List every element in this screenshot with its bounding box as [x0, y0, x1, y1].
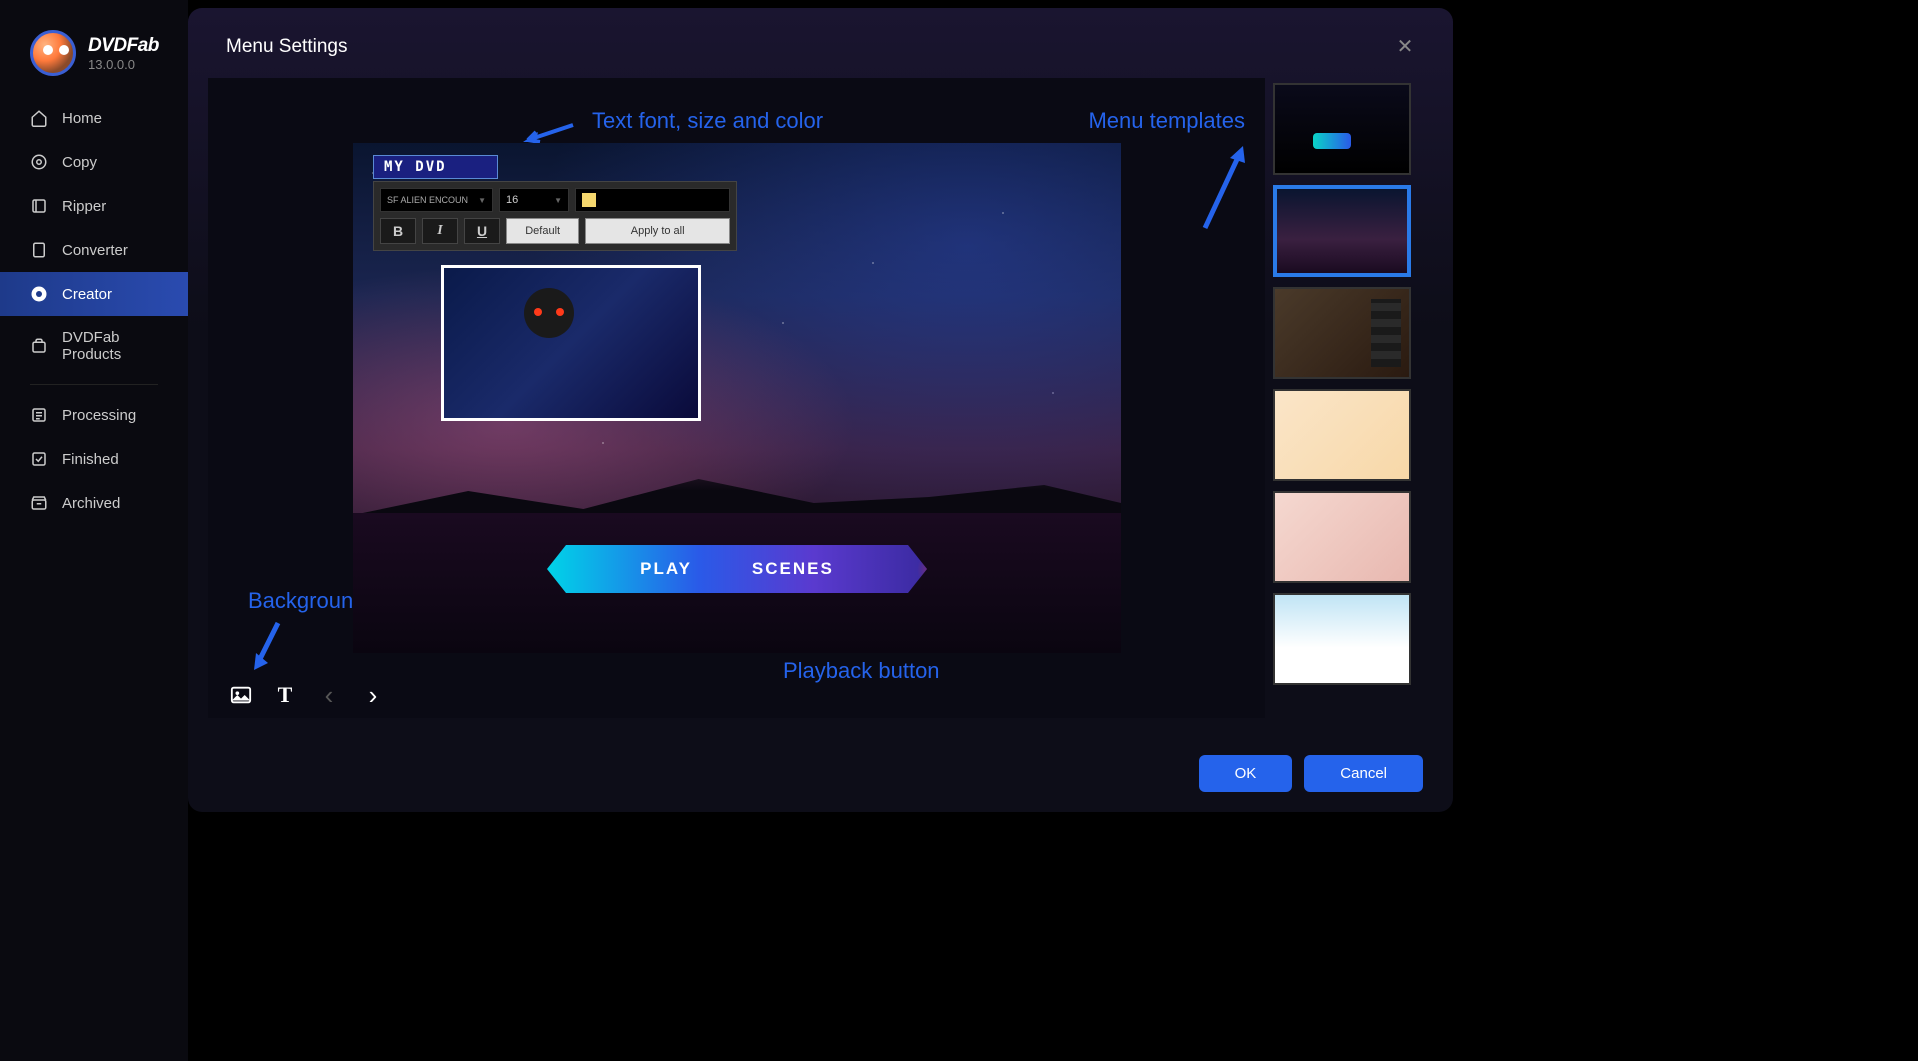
- dialog-footer: OK Cancel: [1199, 755, 1423, 792]
- creator-icon: [30, 285, 48, 303]
- template-wedding[interactable]: [1273, 491, 1411, 583]
- background-image-button[interactable]: [230, 684, 252, 706]
- chevron-left-icon: ‹: [325, 680, 334, 711]
- template-birthday[interactable]: [1273, 389, 1411, 481]
- play-button[interactable]: PLAY: [640, 559, 692, 579]
- main-area: Menu Settings ✕ Text font, size and colo…: [188, 0, 1918, 1061]
- image-icon: [230, 684, 252, 706]
- template-film-reel[interactable]: [1273, 287, 1411, 379]
- sidebar-item-label: Home: [62, 110, 102, 127]
- sidebar-item-creator[interactable]: Creator: [0, 272, 188, 316]
- next-page-button[interactable]: ›: [362, 684, 384, 706]
- sidebar: DVDFab 13.0.0.0 Home Copy Ripper Convert…: [0, 0, 188, 1061]
- copy-icon: [30, 153, 48, 171]
- font-size-select[interactable]: 16 ▼: [499, 188, 569, 212]
- sidebar-item-label: Converter: [62, 242, 128, 259]
- sidebar-item-finished[interactable]: Finished: [0, 437, 188, 481]
- bold-button[interactable]: B: [380, 218, 416, 244]
- finished-icon: [30, 450, 48, 468]
- template-galaxy[interactable]: [1273, 185, 1411, 277]
- sidebar-item-label: Copy: [62, 154, 97, 171]
- brand-name: DVDFab: [88, 35, 159, 57]
- prev-page-button[interactable]: ‹: [318, 684, 340, 706]
- sidebar-item-ripper[interactable]: Ripper: [0, 184, 188, 228]
- font-color-picker[interactable]: [575, 188, 730, 212]
- sidebar-item-label: Finished: [62, 451, 119, 468]
- sidebar-item-label: Processing: [62, 407, 136, 424]
- sidebar-item-label: Ripper: [62, 198, 106, 215]
- menu-canvas[interactable]: MY DVD SF ALIEN ENCOUN ▼ 16 ▼: [353, 143, 1121, 653]
- sidebar-header: DVDFab 13.0.0.0: [0, 30, 188, 96]
- video-thumbnail[interactable]: [441, 265, 701, 421]
- ok-button[interactable]: OK: [1199, 755, 1293, 792]
- playback-bar: PLAY SCENES: [547, 545, 927, 593]
- sidebar-item-label: DVDFab Products: [62, 329, 168, 363]
- products-icon: [30, 337, 48, 355]
- sidebar-item-converter[interactable]: Converter: [0, 228, 188, 272]
- annotation-templates: Menu templates: [1088, 108, 1245, 134]
- font-name-value: SF ALIEN ENCOUN: [387, 195, 468, 205]
- version-label: 13.0.0.0: [88, 57, 159, 72]
- divider: [30, 384, 158, 385]
- chevron-right-icon: ›: [369, 680, 378, 711]
- menu-settings-dialog: Menu Settings ✕ Text font, size and colo…: [188, 8, 1453, 812]
- dvd-title-text[interactable]: MY DVD: [373, 155, 498, 179]
- sidebar-item-label: Creator: [62, 286, 112, 303]
- avatar[interactable]: [30, 30, 76, 76]
- dialog-body: Text font, size and color Menu templates…: [188, 78, 1453, 718]
- annotation-playback: Playback button: [783, 658, 940, 684]
- arrow-icon: [1195, 138, 1255, 238]
- template-kids[interactable]: [1273, 593, 1411, 685]
- font-family-select[interactable]: SF ALIEN ENCOUN ▼: [380, 188, 493, 212]
- text-tool-button[interactable]: T: [274, 684, 296, 706]
- bottom-toolbar: T ‹ ›: [230, 684, 384, 706]
- italic-button[interactable]: I: [422, 218, 458, 244]
- apply-to-all-button[interactable]: Apply to all: [585, 218, 730, 244]
- color-swatch: [582, 193, 596, 207]
- sidebar-item-processing[interactable]: Processing: [0, 393, 188, 437]
- templates-panel[interactable]: [1273, 78, 1433, 718]
- thumbnail-figure: [504, 288, 594, 408]
- annotation-text-tools: Text font, size and color: [592, 108, 823, 134]
- preview-area: Text font, size and color Menu templates…: [208, 78, 1265, 718]
- cancel-button[interactable]: Cancel: [1304, 755, 1423, 792]
- font-size-value: 16: [506, 194, 518, 206]
- converter-icon: [30, 241, 48, 259]
- arrow-icon: [248, 618, 288, 678]
- sidebar-item-home[interactable]: Home: [0, 96, 188, 140]
- ripper-icon: [30, 197, 48, 215]
- underline-button[interactable]: U: [464, 218, 500, 244]
- text-icon: T: [278, 682, 293, 708]
- scenes-button[interactable]: SCENES: [752, 559, 834, 579]
- chevron-down-icon: ▼: [478, 196, 486, 205]
- sidebar-item-label: Archived: [62, 495, 120, 512]
- archived-icon: [30, 494, 48, 512]
- sidebar-item-products[interactable]: DVDFab Products: [0, 316, 188, 376]
- default-button[interactable]: Default: [506, 218, 579, 244]
- sidebar-item-copy[interactable]: Copy: [0, 140, 188, 184]
- dialog-header: Menu Settings ✕: [188, 8, 1453, 78]
- home-icon: [30, 109, 48, 127]
- processing-icon: [30, 406, 48, 424]
- dialog-title: Menu Settings: [226, 36, 347, 58]
- text-toolbar: SF ALIEN ENCOUN ▼ 16 ▼: [373, 181, 737, 251]
- chevron-down-icon: ▼: [554, 196, 562, 205]
- template-dark-neon[interactable]: [1273, 83, 1411, 175]
- close-button[interactable]: ✕: [1395, 37, 1415, 57]
- sidebar-item-archived[interactable]: Archived: [0, 481, 188, 525]
